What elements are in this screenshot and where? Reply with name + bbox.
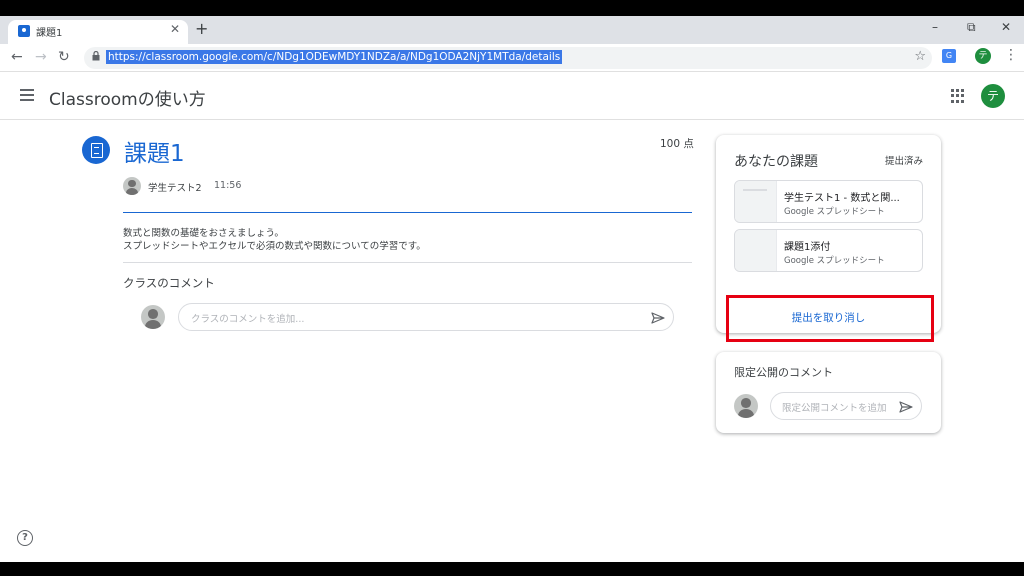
your-work-heading: あなたの課題	[734, 154, 818, 170]
class-comment-input[interactable]: クラスのコメントを追加...	[178, 303, 674, 331]
author-name: 学生テスト2	[148, 183, 202, 194]
tab-title: 課題1	[36, 28, 63, 39]
assignment-points: 100 点	[660, 138, 694, 150]
attachment-type: Google スプレッドシート	[784, 256, 885, 266]
commenter-avatar	[141, 305, 165, 329]
private-commenter-avatar	[734, 394, 758, 418]
browser-tab[interactable]: 課題1 ✕	[8, 20, 188, 44]
private-comments-card: 限定公開のコメント 限定公開コメントを追加	[716, 352, 941, 433]
address-bar[interactable]: https://classroom.google.com/c/NDg1ODEwM…	[84, 47, 932, 69]
unsubmit-button[interactable]: 提出を取り消し	[734, 302, 923, 334]
assignment-title: 課題1	[124, 141, 185, 167]
restore-button[interactable]: ⧉	[967, 20, 976, 35]
google-apps-icon[interactable]	[951, 89, 965, 103]
url-text[interactable]: https://classroom.google.com/c/NDg1ODEwM…	[106, 50, 563, 64]
new-tab-button[interactable]: +	[195, 19, 208, 38]
description-line-1: 数式と関数の基礎をおさえましょう。	[123, 228, 284, 239]
translate-icon[interactable]: G	[942, 49, 956, 63]
author-avatar	[123, 177, 141, 195]
attachment-thumbnail	[735, 181, 777, 222]
app-bar: Classroomの使い方 テ	[0, 73, 1024, 120]
browser-toolbar: ← → ↻ https://classroom.google.com/c/NDg…	[0, 44, 1024, 72]
class-comment-placeholder: クラスのコメントを追加...	[191, 314, 305, 325]
browser-window: 課題1 ✕ + – ⧉ ✕ ← → ↻ https://classroom.go…	[0, 16, 1024, 562]
window-close-button[interactable]: ✕	[1001, 20, 1011, 34]
tab-strip: 課題1 ✕ + – ⧉ ✕	[0, 16, 1024, 44]
minimize-button[interactable]: –	[932, 20, 938, 34]
help-icon[interactable]: ?	[17, 530, 33, 546]
forward-arrow-icon[interactable]: →	[35, 49, 47, 65]
attachment-type: Google スプレッドシート	[784, 207, 885, 217]
assignment-icon	[82, 136, 110, 164]
class-title[interactable]: Classroomの使い方	[49, 85, 206, 110]
attachment-name: 学生テスト1 - 数式と関...	[784, 193, 900, 204]
attachment-card[interactable]: 学生テスト1 - 数式と関... Google スプレッドシート	[734, 180, 923, 223]
your-work-card: あなたの課題 提出済み 学生テスト1 - 数式と関... Google スプレッ…	[716, 135, 941, 342]
private-comment-input[interactable]: 限定公開コメントを追加	[770, 392, 922, 420]
description-line-2: スプレッドシートやエクセルで必須の数式や関数についての学習です。	[123, 241, 426, 252]
account-avatar[interactable]: テ	[981, 84, 1005, 108]
browser-profile-avatar[interactable]: テ	[975, 48, 991, 64]
section-divider	[123, 262, 692, 263]
attachment-card[interactable]: 課題1添付 Google スプレッドシート	[734, 229, 923, 272]
browser-menu-icon[interactable]: ⋮	[1004, 47, 1018, 63]
private-comments-heading: 限定公開のコメント	[734, 366, 833, 379]
title-divider	[123, 212, 692, 213]
send-icon[interactable]	[899, 401, 913, 413]
attachment-name: 課題1添付	[784, 242, 831, 253]
tab-close-icon[interactable]: ✕	[170, 22, 180, 36]
back-arrow-icon[interactable]: ←	[11, 49, 23, 65]
submission-status: 提出済み	[884, 156, 923, 167]
reload-icon[interactable]: ↻	[58, 49, 70, 65]
classroom-favicon-icon	[18, 25, 30, 37]
class-comments-heading: クラスのコメント	[123, 276, 215, 290]
send-icon[interactable]	[651, 312, 665, 324]
lock-icon	[92, 51, 100, 61]
hamburger-menu-icon[interactable]	[20, 89, 34, 101]
bookmark-star-icon[interactable]: ☆	[914, 49, 926, 64]
post-time: 11:56	[214, 180, 242, 191]
attachment-thumbnail	[735, 230, 777, 271]
private-comment-placeholder: 限定公開コメントを追加	[782, 403, 887, 414]
